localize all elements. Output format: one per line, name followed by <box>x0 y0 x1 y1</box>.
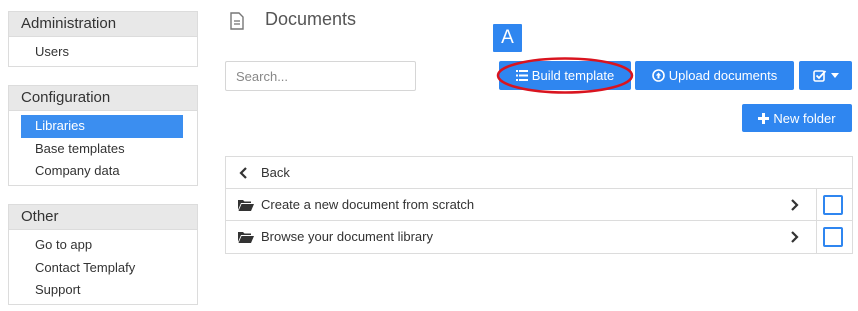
list-item[interactable]: Browse your document library <box>226 221 852 253</box>
row-divider <box>816 221 817 253</box>
list-icon <box>515 70 528 81</box>
page: Administration Users Configuration Libra… <box>0 0 858 311</box>
annotation-marker: A <box>493 24 522 52</box>
caret-down-icon <box>830 73 839 78</box>
new-folder-button[interactable]: New folder <box>742 104 852 132</box>
sidebar-panel-other: Other Go to app Contact Templafy Support <box>8 204 198 305</box>
document-icon <box>230 12 244 30</box>
folder-open-icon <box>238 200 254 211</box>
list-item-label: Browse your document library <box>261 229 433 244</box>
build-template-button[interactable]: Build template <box>499 61 631 90</box>
sidebar-item-contact-templafy[interactable]: Contact Templafy <box>21 257 183 280</box>
sidebar-panel-administration: Administration Users <box>8 11 198 67</box>
sidebar-item-users[interactable]: Users <box>21 41 183 64</box>
upload-documents-button[interactable]: Upload documents <box>635 61 794 90</box>
bulk-select-dropdown-button[interactable] <box>799 61 852 90</box>
new-folder-label: New folder <box>773 110 836 126</box>
chevron-right-icon[interactable] <box>790 231 799 243</box>
folder-open-icon <box>238 232 254 243</box>
document-list: Back Create a new document from scratch … <box>225 156 853 254</box>
upload-documents-label: Upload documents <box>668 68 778 83</box>
sidebar-panel-configuration: Configuration Libraries Base templates C… <box>8 85 198 186</box>
row-divider <box>816 189 817 220</box>
list-item[interactable]: Create a new document from scratch <box>226 189 852 221</box>
sidebar-item-company-data[interactable]: Company data <box>21 160 183 183</box>
upload-circle-icon <box>651 69 665 82</box>
plus-icon <box>758 112 770 124</box>
list-item-label: Create a new document from scratch <box>261 197 475 212</box>
sidebar-item-go-to-app[interactable]: Go to app <box>21 234 183 257</box>
back-label: Back <box>261 165 290 180</box>
chevron-left-icon <box>239 166 247 179</box>
panel-header-configuration: Configuration <box>9 86 197 111</box>
build-template-label: Build template <box>531 68 615 83</box>
check-square-icon <box>812 70 826 82</box>
panel-header-other: Other <box>9 205 197 230</box>
sidebar-item-base-templates[interactable]: Base templates <box>21 138 183 161</box>
row-checkbox[interactable] <box>823 195 843 215</box>
row-checkbox[interactable] <box>823 227 843 247</box>
sidebar-item-support[interactable]: Support <box>21 279 183 302</box>
back-row[interactable]: Back <box>226 157 852 189</box>
page-title: Documents <box>265 9 357 29</box>
sidebar-item-libraries[interactable]: Libraries <box>21 115 183 138</box>
panel-header-administration: Administration <box>9 12 197 37</box>
chevron-right-icon[interactable] <box>790 199 799 211</box>
search-input[interactable] <box>225 61 416 91</box>
